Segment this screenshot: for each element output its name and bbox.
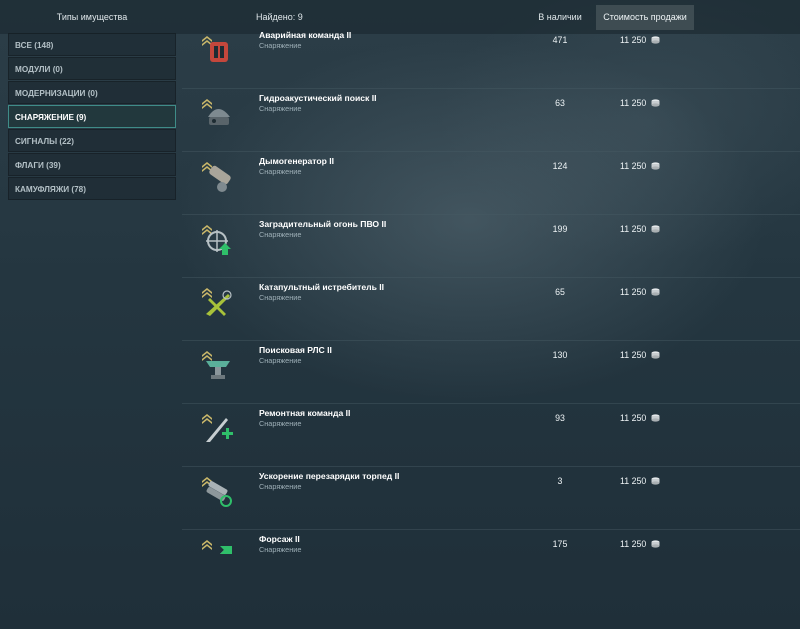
item-type: Снаряжение xyxy=(259,482,302,491)
category-sidebar: ВСЕ (148) МОДУЛИ (0) МОДЕРНИЗАЦИИ (0) СН… xyxy=(8,33,176,201)
category-signals[interactable]: СИГНАЛЫ (22) xyxy=(8,129,176,152)
item-list[interactable]: Аварийная команда II Снаряжение 471 11 2… xyxy=(182,30,800,554)
item-type: Снаряжение xyxy=(259,545,302,554)
item-stock: 65 xyxy=(555,287,565,297)
damage-control-icon xyxy=(202,36,228,62)
item-price: 11 250 xyxy=(620,350,660,360)
item-name: Заградительный огонь ПВО II xyxy=(259,219,387,229)
types-header: Типы имущества xyxy=(56,12,128,22)
item-type: Снаряжение xyxy=(259,167,302,176)
defensive-aa-icon xyxy=(202,225,231,255)
smoke-generator-icon xyxy=(202,162,231,192)
found-count: Найдено: 9 xyxy=(256,12,303,22)
item-stock: 471 xyxy=(552,35,568,45)
price-value: 11 250 xyxy=(620,476,647,486)
price-value: 11 250 xyxy=(620,98,647,108)
item-price: 11 250 xyxy=(620,224,660,234)
item-price: 11 250 xyxy=(620,287,660,297)
speed-boost-icon xyxy=(202,540,232,554)
item-name: Поисковая РЛС II xyxy=(259,345,332,355)
item-name: Катапультный истребитель II xyxy=(259,282,385,292)
price-column-header[interactable]: Стоимость продажи xyxy=(596,5,694,30)
item-stock: 175 xyxy=(552,539,568,549)
price-value: 11 250 xyxy=(620,413,647,423)
item-name: Аварийная команда II xyxy=(259,30,352,40)
repair-party-icon xyxy=(202,414,233,442)
torpedo-reload-icon xyxy=(202,477,232,507)
item-price: 11 250 xyxy=(620,35,660,45)
item-price: 11 250 xyxy=(620,539,660,549)
price-value: 11 250 xyxy=(620,350,647,360)
item-type: Снаряжение xyxy=(259,230,302,239)
item-row[interactable]: Форсаж II Снаряжение 175 11 250 xyxy=(182,530,800,554)
item-row[interactable]: Ускорение перезарядки торпед II Снаряжен… xyxy=(182,467,800,530)
stock-column-header[interactable]: В наличии xyxy=(528,0,592,30)
item-row[interactable]: Заградительный огонь ПВО II Снаряжение 1… xyxy=(182,215,800,278)
item-stock: 63 xyxy=(555,98,565,108)
item-stock: 130 xyxy=(552,350,568,360)
price-value: 11 250 xyxy=(620,161,647,171)
silver-coin-icon xyxy=(651,540,660,548)
item-row[interactable]: Поисковая РЛС II Снаряжение 130 11 250 xyxy=(182,341,800,404)
category-upgrades[interactable]: МОДЕРНИЗАЦИИ (0) xyxy=(8,81,176,104)
silver-coin-icon xyxy=(651,36,660,44)
item-stock: 124 xyxy=(552,161,568,171)
catapult-fighter-icon xyxy=(202,288,232,316)
silver-coin-icon xyxy=(651,225,660,233)
category-flags[interactable]: ФЛАГИ (39) xyxy=(8,153,176,176)
price-value: 11 250 xyxy=(620,539,647,549)
item-type: Снаряжение xyxy=(259,41,302,50)
hydroacoustic-icon xyxy=(202,99,230,125)
price-value: 11 250 xyxy=(620,35,647,45)
item-row[interactable]: Дымогенератор II Снаряжение 124 11 250 xyxy=(182,152,800,215)
silver-coin-icon xyxy=(651,162,660,170)
item-type: Снаряжение xyxy=(259,104,302,113)
item-name: Дымогенератор II xyxy=(259,156,335,166)
item-row[interactable]: Аварийная команда II Снаряжение 471 11 2… xyxy=(182,30,800,89)
category-consumables[interactable]: СНАРЯЖЕНИЕ (9) xyxy=(8,105,176,128)
item-name: Форсаж II xyxy=(259,534,300,544)
item-stock: 93 xyxy=(555,413,565,423)
item-row[interactable]: Гидроакустический поиск II Снаряжение 63… xyxy=(182,89,800,152)
silver-coin-icon xyxy=(651,477,660,485)
item-price: 11 250 xyxy=(620,413,660,423)
item-price: 11 250 xyxy=(620,476,660,486)
item-stock: 3 xyxy=(557,476,563,486)
item-name: Ремонтная команда II xyxy=(259,408,351,418)
silver-coin-icon xyxy=(651,351,660,359)
radar-icon xyxy=(202,351,230,379)
item-type: Снаряжение xyxy=(259,356,302,365)
item-stock: 199 xyxy=(552,224,568,234)
item-type: Снаряжение xyxy=(259,419,302,428)
category-modules[interactable]: МОДУЛИ (0) xyxy=(8,57,176,80)
silver-coin-icon xyxy=(651,288,660,296)
price-value: 11 250 xyxy=(620,224,647,234)
price-value: 11 250 xyxy=(620,287,647,297)
silver-coin-icon xyxy=(651,414,660,422)
silver-coin-icon xyxy=(651,99,660,107)
item-price: 11 250 xyxy=(620,98,660,108)
category-camouflages[interactable]: КАМУФЛЯЖИ (78) xyxy=(8,177,176,200)
item-type: Снаряжение xyxy=(259,293,302,302)
item-price: 11 250 xyxy=(620,161,660,171)
category-all[interactable]: ВСЕ (148) xyxy=(8,33,176,56)
item-name: Ускорение перезарядки торпед II xyxy=(259,471,400,481)
item-row[interactable]: Ремонтная команда II Снаряжение 93 11 25… xyxy=(182,404,800,467)
item-name: Гидроакустический поиск II xyxy=(259,93,377,103)
item-row[interactable]: Катапультный истребитель II Снаряжение 6… xyxy=(182,278,800,341)
